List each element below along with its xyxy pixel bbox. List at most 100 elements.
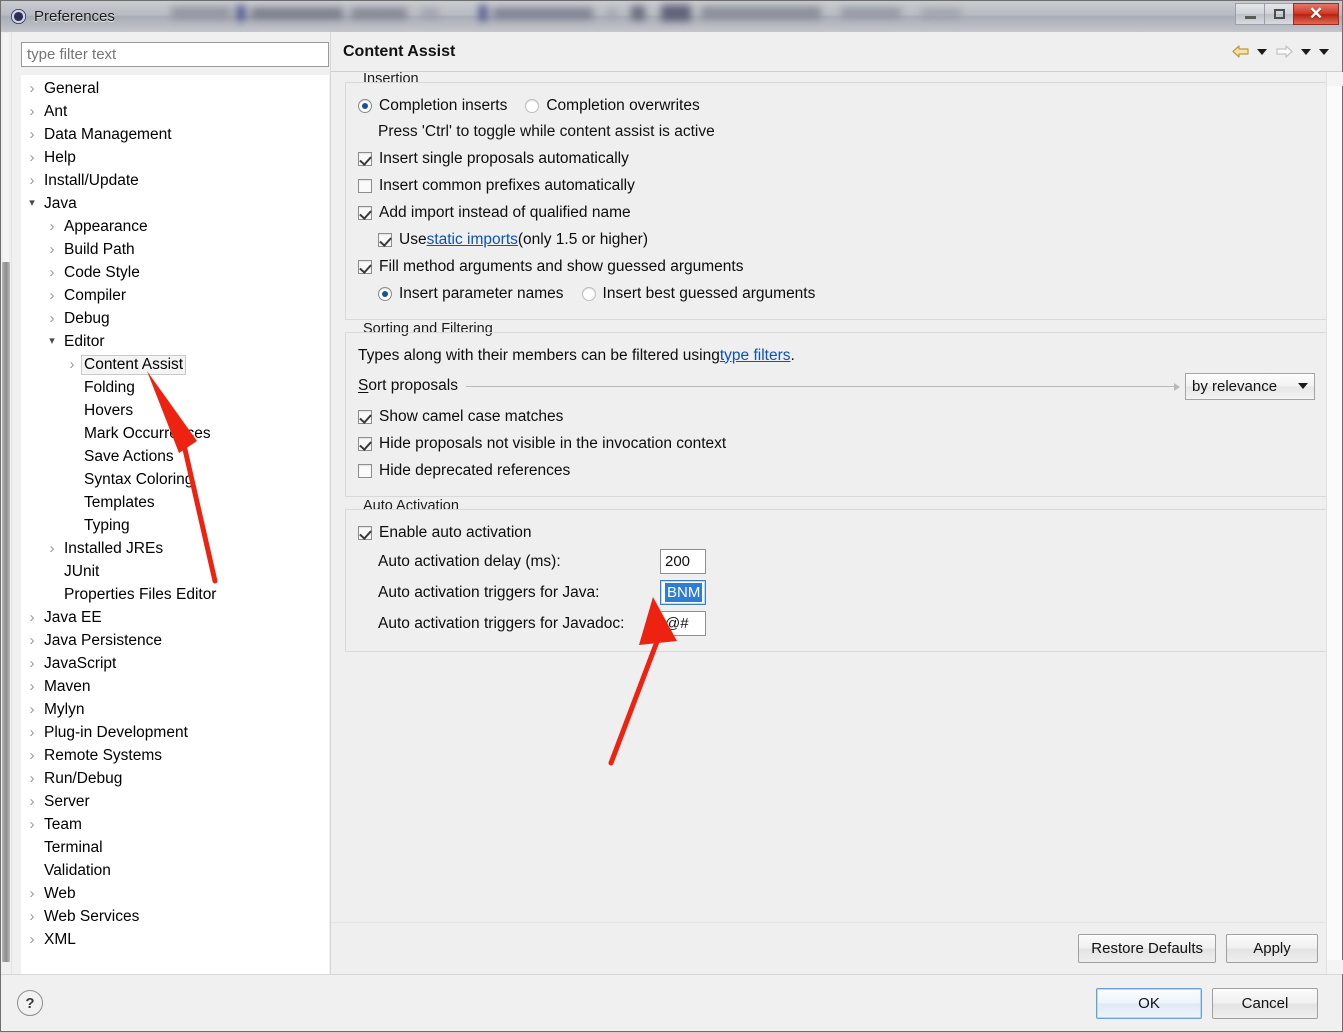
tree-item-general[interactable]: › General bbox=[21, 77, 329, 100]
scroll-down-button[interactable] bbox=[1327, 960, 1343, 974]
tree-item-maven[interactable]: › Maven bbox=[21, 675, 329, 698]
add-import-row[interactable]: Add import instead of qualified name bbox=[358, 199, 1315, 226]
tree-item-web[interactable]: › Web bbox=[21, 882, 329, 905]
completion-overwrites-radio[interactable] bbox=[525, 98, 540, 113]
expanded-arrow-icon[interactable]: ▾ bbox=[43, 336, 61, 347]
completion-inserts-radio[interactable] bbox=[358, 98, 372, 113]
enable-auto-activation-row[interactable]: Enable auto activation bbox=[358, 519, 1315, 546]
tree-item-build-path[interactable]: › Build Path bbox=[21, 238, 329, 261]
collapsed-arrow-icon[interactable]: › bbox=[23, 104, 41, 119]
tree-item-help[interactable]: › Help bbox=[21, 146, 329, 169]
tree-item-install-update[interactable]: › Install/Update bbox=[21, 169, 329, 192]
tree-item-debug[interactable]: › Debug bbox=[21, 307, 329, 330]
java-triggers-input[interactable]: BNM bbox=[660, 580, 706, 605]
close-button[interactable]: ✕ bbox=[1293, 3, 1339, 25]
tree-item-hovers[interactable]: Hovers bbox=[21, 399, 329, 422]
insert-single-proposals-checkbox[interactable] bbox=[358, 151, 372, 166]
collapsed-arrow-icon[interactable]: › bbox=[23, 679, 41, 694]
page-vertical-scrollbar[interactable] bbox=[1326, 72, 1343, 974]
scroll-up-button[interactable] bbox=[1327, 72, 1343, 86]
enable-auto-activation-checkbox[interactable] bbox=[358, 525, 372, 540]
tree-item-terminal[interactable]: Terminal bbox=[21, 836, 329, 859]
tree-item-compiler[interactable]: › Compiler bbox=[21, 284, 329, 307]
scrollbar-track[interactable] bbox=[2, 32, 10, 262]
tree-item-junit[interactable]: JUnit bbox=[21, 560, 329, 583]
collapsed-arrow-icon[interactable]: › bbox=[43, 242, 61, 257]
tree-item-run-debug[interactable]: › Run/Debug bbox=[21, 767, 329, 790]
dialog-scrollbar[interactable] bbox=[1, 32, 12, 974]
collapsed-arrow-icon[interactable]: › bbox=[23, 173, 41, 188]
tree-item-remote-systems[interactable]: › Remote Systems bbox=[21, 744, 329, 767]
hide-not-visible-row[interactable]: Hide proposals not visible in the invoca… bbox=[358, 430, 1315, 457]
tree-item-typing[interactable]: Typing bbox=[21, 514, 329, 537]
ok-button[interactable]: OK bbox=[1096, 987, 1202, 1019]
add-import-checkbox[interactable] bbox=[358, 205, 372, 220]
tree-item-java-persistence[interactable]: › Java Persistence bbox=[21, 629, 329, 652]
apply-button[interactable]: Apply bbox=[1226, 934, 1318, 963]
static-imports-link[interactable]: static imports bbox=[427, 231, 518, 249]
insert-parameter-names-radio[interactable] bbox=[378, 286, 392, 301]
tree-item-syntax-coloring[interactable]: Syntax Coloring bbox=[21, 468, 329, 491]
collapsed-arrow-icon[interactable]: › bbox=[23, 886, 41, 901]
fill-method-arguments-checkbox[interactable] bbox=[358, 259, 372, 274]
expanded-arrow-icon[interactable]: ▾ bbox=[23, 198, 41, 209]
cancel-button[interactable]: Cancel bbox=[1212, 987, 1318, 1019]
collapsed-arrow-icon[interactable]: › bbox=[43, 219, 61, 234]
collapsed-arrow-icon[interactable]: › bbox=[43, 288, 61, 303]
tree-item-code-style[interactable]: › Code Style bbox=[21, 261, 329, 284]
tree-item-save-actions[interactable]: Save Actions bbox=[21, 445, 329, 468]
help-icon[interactable]: ? bbox=[17, 990, 43, 1016]
tree-item-plug-in-development[interactable]: › Plug-in Development bbox=[21, 721, 329, 744]
tree-item-ant[interactable]: › Ant bbox=[21, 100, 329, 123]
collapsed-arrow-icon[interactable]: › bbox=[23, 610, 41, 625]
forward-arrow-icon[interactable] bbox=[1272, 41, 1296, 63]
hide-deprecated-row[interactable]: Hide deprecated references bbox=[358, 457, 1315, 484]
tree-item-folding[interactable]: Folding bbox=[21, 376, 329, 399]
minimize-button[interactable] bbox=[1235, 3, 1265, 25]
collapsed-arrow-icon[interactable]: › bbox=[43, 311, 61, 326]
maximize-button[interactable] bbox=[1264, 3, 1294, 25]
tree-item-mylyn[interactable]: › Mylyn bbox=[21, 698, 329, 721]
insert-single-proposals-row[interactable]: Insert single proposals automatically bbox=[358, 145, 1315, 172]
tree-item-data-management[interactable]: › Data Management bbox=[21, 123, 329, 146]
tree-item-web-services[interactable]: › Web Services bbox=[21, 905, 329, 928]
collapsed-arrow-icon[interactable]: › bbox=[23, 725, 41, 740]
collapsed-arrow-icon[interactable]: › bbox=[23, 127, 41, 142]
tree-item-properties-files-editor[interactable]: Properties Files Editor bbox=[21, 583, 329, 606]
collapsed-arrow-icon[interactable]: › bbox=[23, 817, 41, 832]
show-camel-case-checkbox[interactable] bbox=[358, 409, 372, 424]
collapsed-arrow-icon[interactable]: › bbox=[23, 794, 41, 809]
tree-item-appearance[interactable]: › Appearance bbox=[21, 215, 329, 238]
tree-item-installed-jres[interactable]: › Installed JREs bbox=[21, 537, 329, 560]
insert-common-prefixes-checkbox[interactable] bbox=[358, 178, 372, 193]
tree-item-java[interactable]: ▾ Java bbox=[21, 192, 329, 215]
insert-best-guessed-radio[interactable] bbox=[581, 286, 596, 301]
use-static-imports-row[interactable]: Use static imports (only 1.5 or higher) bbox=[378, 226, 1315, 253]
tree-item-xml[interactable]: › XML bbox=[21, 928, 329, 951]
use-static-imports-checkbox[interactable] bbox=[378, 232, 392, 247]
auto-activation-delay-input[interactable]: 200 bbox=[660, 549, 706, 574]
restore-defaults-button[interactable]: Restore Defaults bbox=[1078, 934, 1216, 963]
collapsed-arrow-icon[interactable]: › bbox=[23, 702, 41, 717]
tree-item-validation[interactable]: Validation bbox=[21, 859, 329, 882]
sort-proposals-combo[interactable]: by relevance bbox=[1185, 372, 1315, 400]
tree-item-editor[interactable]: ▾ Editor bbox=[21, 330, 329, 353]
collapsed-arrow-icon[interactable]: › bbox=[23, 771, 41, 786]
type-filters-link[interactable]: type filters bbox=[720, 347, 791, 365]
page-menu-chevron-down-icon[interactable] bbox=[1316, 41, 1332, 63]
collapsed-arrow-icon[interactable]: › bbox=[23, 81, 41, 96]
insert-common-prefixes-row[interactable]: Insert common prefixes automatically bbox=[358, 172, 1315, 199]
hide-deprecated-checkbox[interactable] bbox=[358, 463, 372, 478]
tree-item-server[interactable]: › Server bbox=[21, 790, 329, 813]
tree-item-java-ee[interactable]: › Java EE bbox=[21, 606, 329, 629]
hide-not-visible-checkbox[interactable] bbox=[358, 436, 372, 451]
collapsed-arrow-icon[interactable]: › bbox=[23, 633, 41, 648]
collapsed-arrow-icon[interactable]: › bbox=[23, 656, 41, 671]
tree-item-javascript[interactable]: › JavaScript bbox=[21, 652, 329, 675]
tree-item-templates[interactable]: Templates bbox=[21, 491, 329, 514]
back-arrow-icon[interactable] bbox=[1228, 41, 1252, 63]
javadoc-triggers-input[interactable]: @# bbox=[660, 611, 706, 636]
collapsed-arrow-icon[interactable]: › bbox=[23, 150, 41, 165]
tree-item-team[interactable]: › Team bbox=[21, 813, 329, 836]
tree-item-mark-occurrences[interactable]: Mark Occurrences bbox=[21, 422, 329, 445]
